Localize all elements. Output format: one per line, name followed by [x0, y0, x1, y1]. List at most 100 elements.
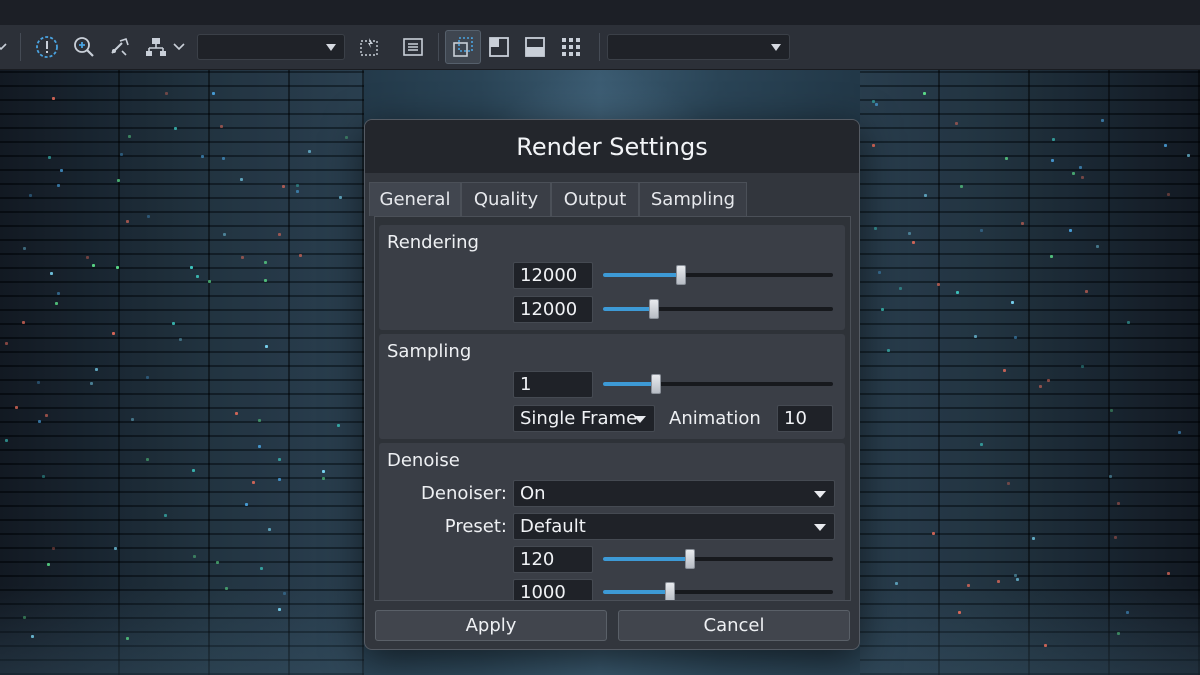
denoise-slider-2[interactable] — [603, 582, 833, 600]
cancel-button[interactable]: Cancel — [618, 610, 850, 641]
server-led — [322, 469, 326, 473]
animation-value[interactable]: 10 — [777, 405, 833, 432]
server-led — [322, 476, 326, 480]
transform-tool-icon[interactable] — [104, 31, 136, 63]
rendering-slider-2[interactable] — [603, 299, 833, 319]
server-led — [85, 255, 89, 259]
sampling-value-1[interactable]: 1 — [513, 371, 593, 398]
chevron-down-icon[interactable] — [0, 31, 12, 63]
server-led — [259, 566, 263, 570]
server-led — [1100, 118, 1104, 122]
server-led — [51, 97, 55, 101]
server-led — [57, 291, 61, 295]
rendering-slider-1[interactable] — [603, 265, 833, 285]
server-led — [281, 185, 285, 189]
server-led — [1166, 571, 1170, 575]
slider-thumb[interactable] — [664, 582, 675, 600]
server-led — [189, 266, 193, 270]
server-led — [222, 157, 226, 161]
server-led — [163, 513, 167, 517]
server-led — [1069, 228, 1073, 232]
server-led — [263, 279, 267, 283]
slider-thumb[interactable] — [685, 549, 696, 569]
server-led — [886, 349, 890, 353]
sampling-slider-1[interactable] — [603, 374, 833, 394]
server-led — [21, 320, 25, 324]
server-led — [936, 283, 940, 287]
tab-output[interactable]: Output — [551, 182, 639, 216]
server-led — [1125, 611, 1129, 615]
server-led — [54, 301, 58, 305]
animation-label: Animation — [669, 408, 761, 429]
preset-select[interactable]: Default — [513, 513, 835, 540]
server-led — [1114, 535, 1118, 539]
server-led — [958, 610, 962, 614]
apply-button[interactable]: Apply — [375, 610, 607, 641]
layout-left-icon[interactable] — [483, 31, 515, 63]
denoise-value-2[interactable]: 1000 — [513, 579, 593, 600]
server-led — [263, 261, 267, 265]
server-led — [59, 168, 63, 172]
server-led — [1078, 166, 1082, 170]
toolbar — [0, 25, 1200, 70]
server-led — [1020, 222, 1024, 226]
grid-icon[interactable] — [555, 31, 587, 63]
server-led — [41, 474, 45, 478]
preset-value: Default — [520, 516, 586, 537]
server-led — [1004, 157, 1008, 161]
server-led — [1047, 378, 1051, 382]
list-align-icon[interactable] — [397, 31, 429, 63]
server-led — [871, 143, 875, 147]
layout-split-icon[interactable] — [445, 30, 481, 64]
denoise-slider-1[interactable] — [603, 549, 833, 569]
server-led — [56, 183, 60, 187]
render-settings-dialog: Render Settings General Quality Output S… — [364, 119, 860, 650]
server-led — [224, 586, 228, 590]
server-led — [1014, 336, 1018, 339]
server-led — [1116, 632, 1120, 636]
tab-sampling[interactable]: Sampling — [639, 182, 747, 216]
server-led — [908, 231, 912, 235]
tab-quality[interactable]: Quality — [461, 182, 551, 216]
denoiser-select[interactable]: On — [513, 480, 835, 507]
server-led — [955, 291, 959, 295]
server-led — [130, 418, 134, 422]
server-led — [1080, 176, 1084, 180]
layout-bottom-icon[interactable] — [519, 31, 551, 63]
toolbar-combo-right[interactable] — [607, 34, 790, 60]
denoise-value-1[interactable]: 120 — [513, 546, 593, 573]
slider-thumb[interactable] — [650, 374, 661, 394]
tab-general[interactable]: General — [369, 182, 461, 216]
toolbar-combo-left[interactable] — [197, 34, 345, 60]
select-lasso-icon[interactable] — [353, 31, 385, 63]
server-led — [1003, 368, 1007, 372]
server-led — [192, 555, 196, 559]
server-led — [222, 232, 226, 236]
info-circle-icon[interactable] — [31, 31, 63, 63]
rendering-value-1[interactable]: 12000 — [513, 262, 593, 289]
server-led — [127, 134, 131, 138]
chevron-down-icon[interactable] — [168, 31, 190, 63]
server-led — [874, 103, 878, 107]
server-led — [48, 155, 52, 159]
server-led — [1031, 537, 1035, 541]
server-led — [146, 215, 150, 218]
server-led — [145, 375, 149, 379]
title-strip — [0, 0, 1200, 25]
server-led — [22, 615, 26, 619]
server-led — [15, 405, 19, 409]
server-led — [881, 307, 885, 311]
server-led — [125, 219, 129, 223]
rendering-group-title: Rendering — [387, 232, 479, 253]
server-led — [245, 502, 249, 506]
slider-thumb[interactable] — [676, 265, 687, 285]
sampling-mode-select[interactable]: Single Frame — [513, 405, 655, 432]
server-led — [115, 266, 119, 270]
server-led — [877, 271, 881, 275]
zoom-in-icon[interactable] — [68, 31, 100, 63]
slider-thumb[interactable] — [648, 299, 659, 319]
server-led — [257, 444, 261, 448]
server-led — [298, 253, 302, 257]
chevron-down-icon — [634, 416, 646, 423]
rendering-value-2[interactable]: 12000 — [513, 296, 593, 323]
